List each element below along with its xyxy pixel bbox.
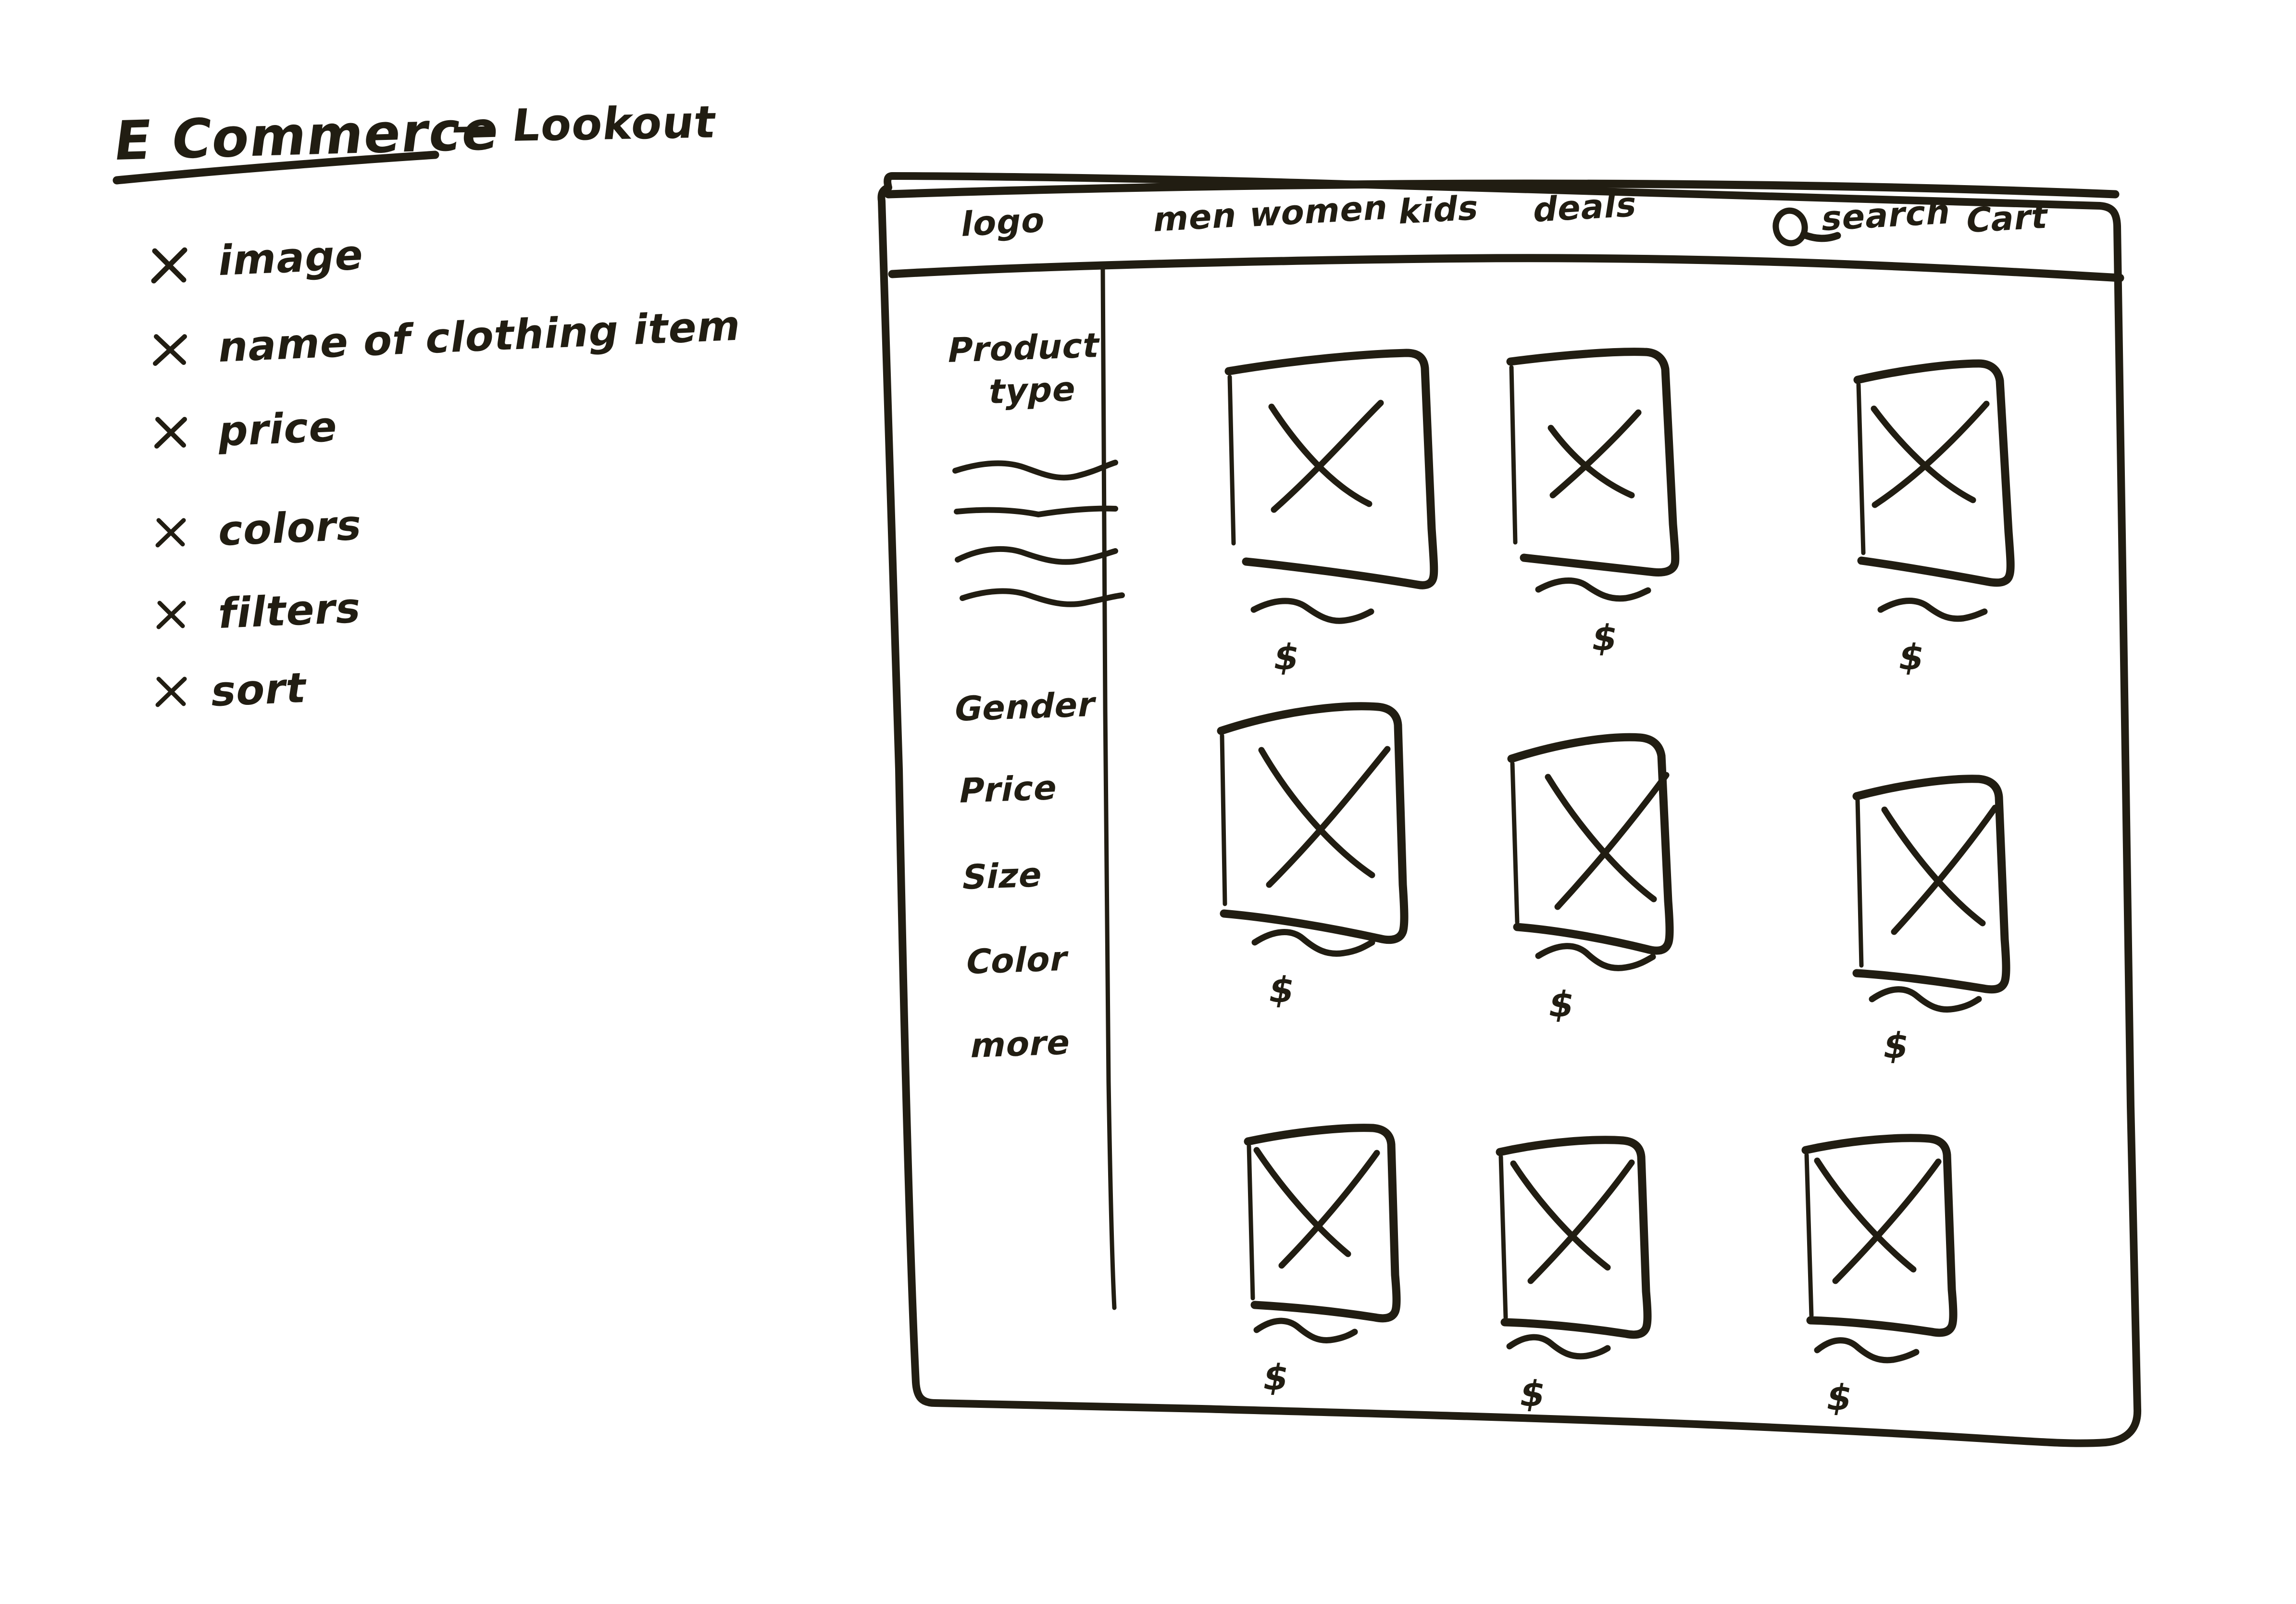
product-card-image-2 [1506, 348, 1680, 576]
page-title: E Commerce [110, 99, 504, 173]
note-item-filters: filters [215, 584, 365, 639]
product-card-image-9 [1801, 1134, 1958, 1337]
product-card-name-2 [1535, 577, 1651, 602]
note-markers [151, 247, 187, 707]
nav-item-men[interactable]: men [1151, 195, 1240, 240]
filter-more[interactable]: more [967, 1022, 1074, 1065]
sketch-page: E Commerce — Lookout image name of cloth… [0, 0, 2296, 1604]
sidebar-divider [1100, 267, 1117, 1310]
nav-item-deals[interactable]: deals [1531, 185, 1640, 230]
header-bottom-rule [888, 254, 2124, 282]
sidebar-placeholder-lines [952, 460, 1125, 607]
search-label[interactable]: search [1819, 192, 1954, 239]
product-card-name-3 [1877, 598, 1988, 622]
page-title-suffix: — Lookout [449, 96, 720, 153]
product-card-name-9 [1814, 1337, 1920, 1364]
note-item-image: image [215, 230, 368, 286]
filter-color[interactable]: Color [962, 939, 1072, 982]
cart-label[interactable]: Cart [1963, 196, 2051, 240]
nav-item-women[interactable]: women [1247, 188, 1391, 235]
product-card-name-6 [1869, 986, 1982, 1013]
filter-size[interactable]: Size [959, 855, 1047, 897]
note-item-price: price [215, 402, 342, 456]
product-card-image-3 [1853, 359, 2015, 587]
sidebar-heading-line1: Product [944, 325, 1104, 371]
nav-item-kids[interactable]: kids [1396, 188, 1482, 232]
product-card-image-5 [1507, 733, 1674, 955]
product-card-name-1 [1250, 598, 1374, 624]
product-card-image-7 [1244, 1124, 1401, 1323]
product-card-image-8 [1496, 1136, 1652, 1339]
product-card-image-6 [1852, 775, 2010, 994]
product-card-image-4 [1217, 702, 1409, 944]
product-card-name-8 [1506, 1334, 1611, 1360]
logo[interactable]: logo [959, 200, 1048, 245]
product-card-name-7 [1253, 1317, 1358, 1344]
product-card-image-1 [1224, 349, 1438, 589]
filter-gender[interactable]: Gender [951, 684, 1099, 729]
note-item-colors: colors [215, 501, 366, 556]
sidebar-heading-line2: type [985, 369, 1080, 412]
note-item-sort: sort [208, 664, 311, 716]
filter-price[interactable]: Price [956, 768, 1061, 811]
